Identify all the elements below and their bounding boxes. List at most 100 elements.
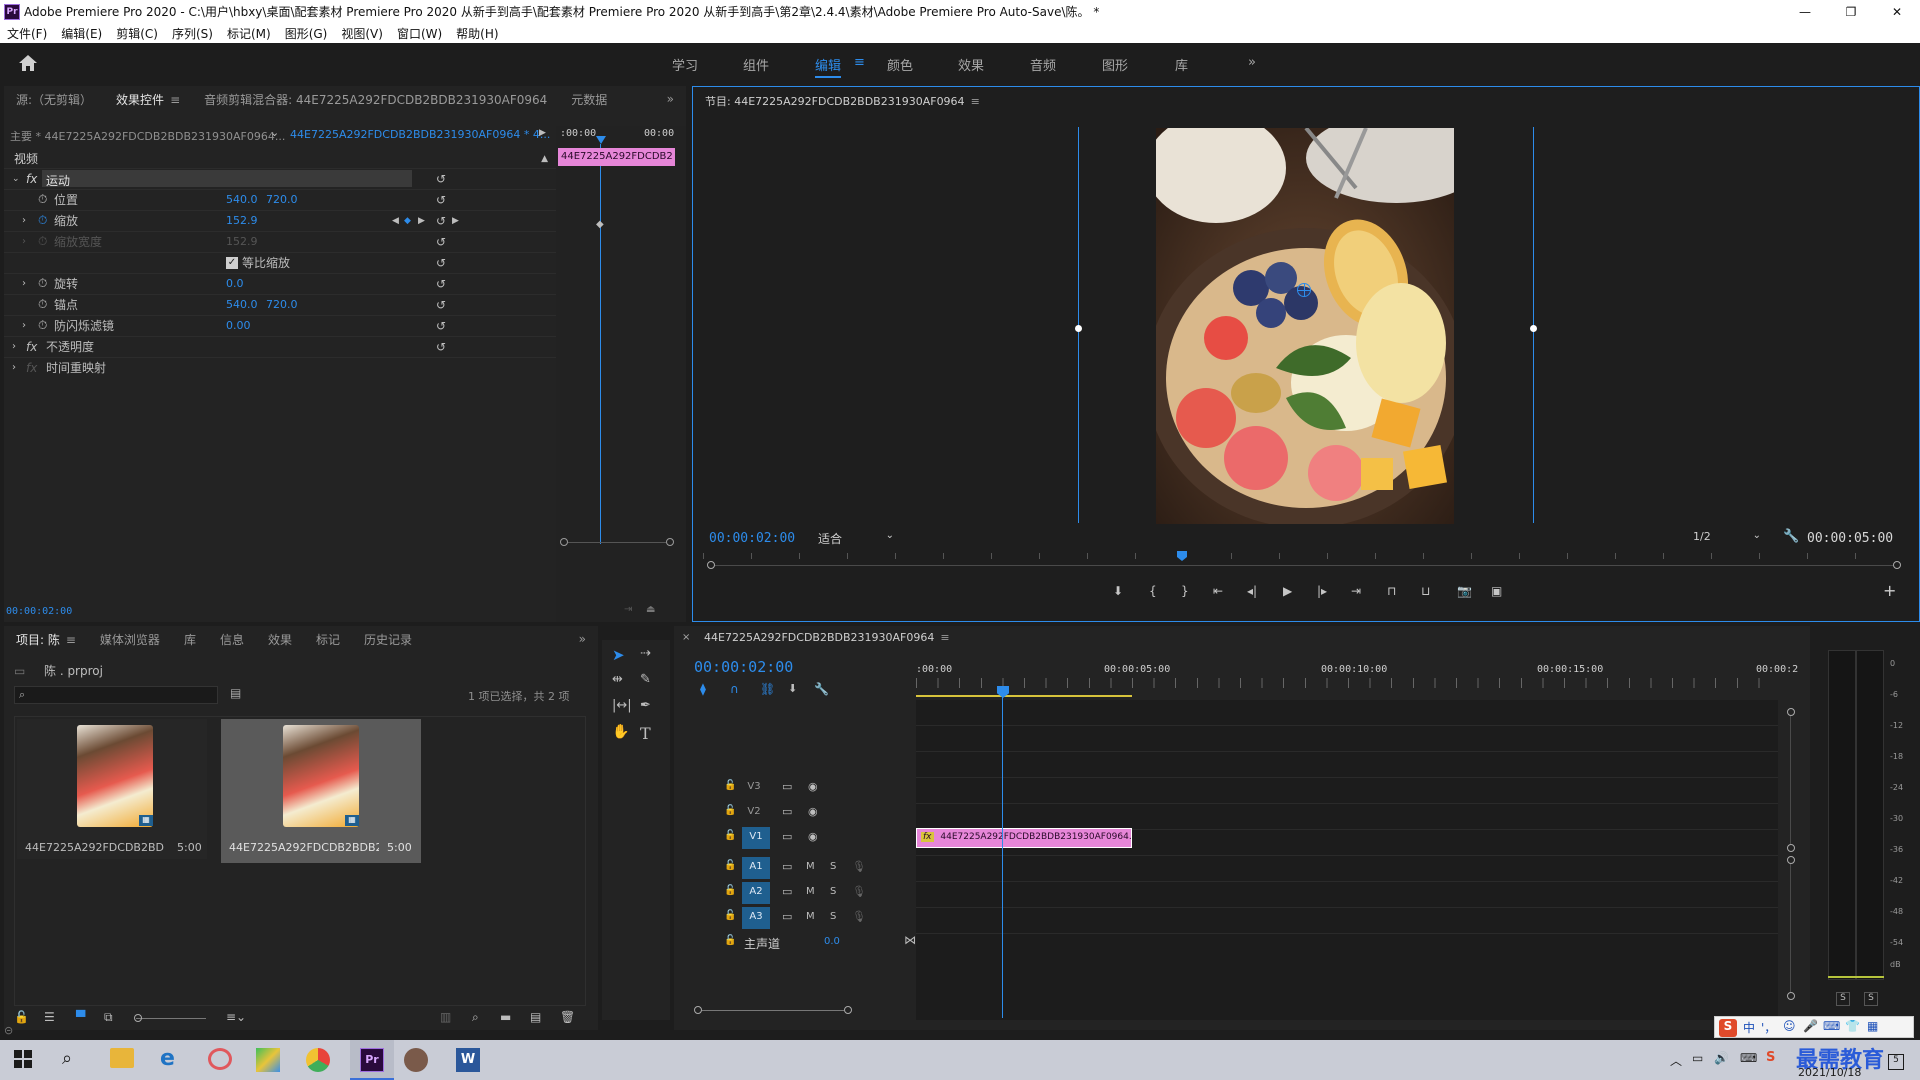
tray-expand-icon[interactable]: ︿ xyxy=(1670,1052,1682,1069)
rotation-reset-icon[interactable]: ↺ xyxy=(436,277,446,291)
rotation-expand-icon[interactable]: › xyxy=(22,278,26,289)
track-target-v3[interactable]: V3 xyxy=(742,779,766,797)
opacity-fx-icon[interactable]: fx xyxy=(26,340,37,354)
step-forward-icon[interactable]: |▸ xyxy=(1317,584,1327,598)
anchor-reset-icon[interactable]: ↺ xyxy=(436,298,446,312)
fit-dropdown[interactable]: 适合 ⌄ xyxy=(818,530,898,546)
project-search-input[interactable]: ⌕ xyxy=(14,686,218,704)
more-project-tabs-icon[interactable]: » xyxy=(567,632,598,646)
project-item[interactable]: ▦ 44E7225A292FDCDB2BDB2... 5:00 xyxy=(17,719,207,859)
tab-audio-clip-mixer[interactable]: 音频剪辑混合器: 44E7225A292FDCDB2BDB231930AF096… xyxy=(192,91,559,108)
razor-tool-icon[interactable]: ✎ xyxy=(640,672,651,687)
ime-tray-icon[interactable]: ⌨ xyxy=(1740,1051,1757,1065)
timeline-hscroll-left-handle[interactable] xyxy=(694,1006,702,1014)
filter-icon[interactable]: ⇥ xyxy=(624,604,632,615)
minimize-button[interactable]: — xyxy=(1782,5,1828,19)
flicker-value[interactable]: 0.00 xyxy=(226,319,251,332)
anchor-stopwatch-icon[interactable]: ⏱ xyxy=(38,297,47,312)
lock-icon[interactable]: 🔓 xyxy=(14,1010,29,1024)
track-lock-icon[interactable]: 🔓 xyxy=(724,885,736,896)
zoom-slider[interactable] xyxy=(136,1018,206,1019)
opacity-reset-icon[interactable]: ↺ xyxy=(436,340,446,354)
menu-clip[interactable]: 剪辑(C) xyxy=(109,25,165,42)
effect-timecode[interactable]: 00:00:02:00 xyxy=(6,606,72,617)
workspace-libraries[interactable]: 库 xyxy=(1175,55,1188,74)
ie-icon[interactable]: e xyxy=(160,1046,175,1071)
position-y-value[interactable]: 720.0 xyxy=(266,193,298,206)
tab-libraries[interactable]: 库 xyxy=(172,631,208,648)
motion-reset-icon[interactable]: ↺ xyxy=(436,172,446,186)
workspace-graphics[interactable]: 图形 xyxy=(1102,55,1128,74)
tab-effect-controls[interactable]: 效果控件 ≡ xyxy=(104,91,192,108)
track-sync-icon[interactable]: ▭ xyxy=(782,910,792,923)
find-icon[interactable]: ⌕ xyxy=(472,1010,479,1025)
flicker-reset-icon[interactable]: ↺ xyxy=(436,319,446,333)
work-area-bar[interactable] xyxy=(916,695,1132,697)
position-reset-icon[interactable]: ↺ xyxy=(436,193,446,207)
workspace-effects[interactable]: 效果 xyxy=(958,55,984,74)
sogou-icon[interactable]: S xyxy=(1719,1019,1737,1037)
premiere-taskbar-button[interactable]: Pr xyxy=(350,1040,394,1080)
play-only-icon[interactable]: ▶ xyxy=(539,128,546,138)
prev-keyframe-icon[interactable]: ◀ xyxy=(392,216,399,226)
snipping-icon[interactable] xyxy=(208,1048,232,1070)
ime-tools-icon[interactable]: ▦ xyxy=(1867,1019,1878,1033)
tab-source[interactable]: 源:（无剪辑） xyxy=(4,91,104,108)
selection-tool-icon[interactable]: ➤ xyxy=(612,646,625,664)
mark-in-icon[interactable]: { xyxy=(1149,584,1157,598)
track-target-a1[interactable]: A1 xyxy=(742,857,770,879)
track-lock-icon[interactable]: 🔓 xyxy=(724,805,736,816)
tab-effects[interactable]: 效果 xyxy=(256,631,304,648)
resolution-dropdown[interactable]: 1/2 ⌄ xyxy=(1693,530,1765,546)
mute-button[interactable]: M xyxy=(806,861,815,872)
mic-icon[interactable]: 🎙 xyxy=(852,910,866,923)
icon-view-icon[interactable]: ▀ xyxy=(76,1010,85,1024)
play-icon[interactable]: ▶ xyxy=(1283,584,1292,598)
project-item-selected[interactable]: ▦ 44E7225A292FDCDB2BDB2... 5:00 xyxy=(221,719,421,863)
solo-left-button[interactable]: S xyxy=(1836,992,1850,1006)
add-keyframe-icon[interactable]: ◆ xyxy=(404,216,411,226)
scale-width-reset-icon[interactable]: ↺ xyxy=(436,235,446,249)
solo-button[interactable]: S xyxy=(830,861,836,872)
ime-keyboard-icon[interactable]: ⌨ xyxy=(1823,1019,1840,1033)
menu-edit[interactable]: 编辑(E) xyxy=(54,25,109,42)
motion-label[interactable]: 运动 xyxy=(42,170,412,188)
timeline-marker-icon[interactable]: ⬇ xyxy=(788,682,797,695)
menu-help[interactable]: 帮助(H) xyxy=(449,25,505,42)
chrome-icon[interactable] xyxy=(306,1048,330,1072)
master-volume-value[interactable]: 0.0 xyxy=(824,936,840,947)
list-view-icon[interactable]: ☰ xyxy=(44,1010,55,1024)
program-menu-icon[interactable]: ≡ xyxy=(971,95,980,108)
video-scroll-bottom-handle[interactable] xyxy=(1787,844,1795,852)
sogou-tray-icon[interactable]: S xyxy=(1766,1050,1775,1065)
more-workspaces-icon[interactable]: » xyxy=(1248,55,1256,70)
ime-emoji-icon[interactable]: ☺ xyxy=(1783,1019,1796,1033)
program-video-frame[interactable] xyxy=(1156,128,1454,524)
menu-marker[interactable]: 标记(M) xyxy=(220,25,278,42)
search-taskbar-icon[interactable]: ⌕ xyxy=(62,1048,72,1069)
menu-graphics[interactable]: 图形(G) xyxy=(278,25,335,42)
master-dropdown-icon[interactable]: ⌄ xyxy=(270,126,279,139)
track-sync-icon[interactable]: ▭ xyxy=(782,830,792,843)
track-target-v1[interactable]: V1 xyxy=(742,827,770,849)
solo-button[interactable]: S xyxy=(830,886,836,897)
track-target-v2[interactable]: V2 xyxy=(742,804,766,822)
mark-out-icon[interactable]: } xyxy=(1181,584,1189,598)
menu-view[interactable]: 视图(V) xyxy=(334,25,390,42)
video-scroll-top-handle[interactable] xyxy=(1787,708,1795,716)
anchor-x-value[interactable]: 540.0 xyxy=(226,298,258,311)
timeline-close-icon[interactable]: × xyxy=(682,632,690,643)
new-bin-icon[interactable]: ▬ xyxy=(500,1010,511,1024)
mic-icon[interactable]: 🎙 xyxy=(852,860,866,873)
type-tool-icon[interactable]: T xyxy=(640,724,651,743)
timeline-menu-icon[interactable]: ≡ xyxy=(940,631,949,644)
menu-window[interactable]: 窗口(W) xyxy=(390,25,449,42)
motion-expand-icon[interactable]: ⌄ xyxy=(12,174,20,184)
track-eye-icon[interactable]: ◉ xyxy=(808,830,818,843)
audio-scroll-top-handle[interactable] xyxy=(1787,856,1795,864)
freeform-view-icon[interactable]: ⧉ xyxy=(104,1010,113,1025)
tab-info[interactable]: 信息 xyxy=(208,631,256,648)
scale-nav-icon[interactable]: ▶ xyxy=(452,216,459,226)
export-frame-icon[interactable]: 📷 xyxy=(1457,584,1472,598)
close-button[interactable]: ✕ xyxy=(1874,5,1920,19)
